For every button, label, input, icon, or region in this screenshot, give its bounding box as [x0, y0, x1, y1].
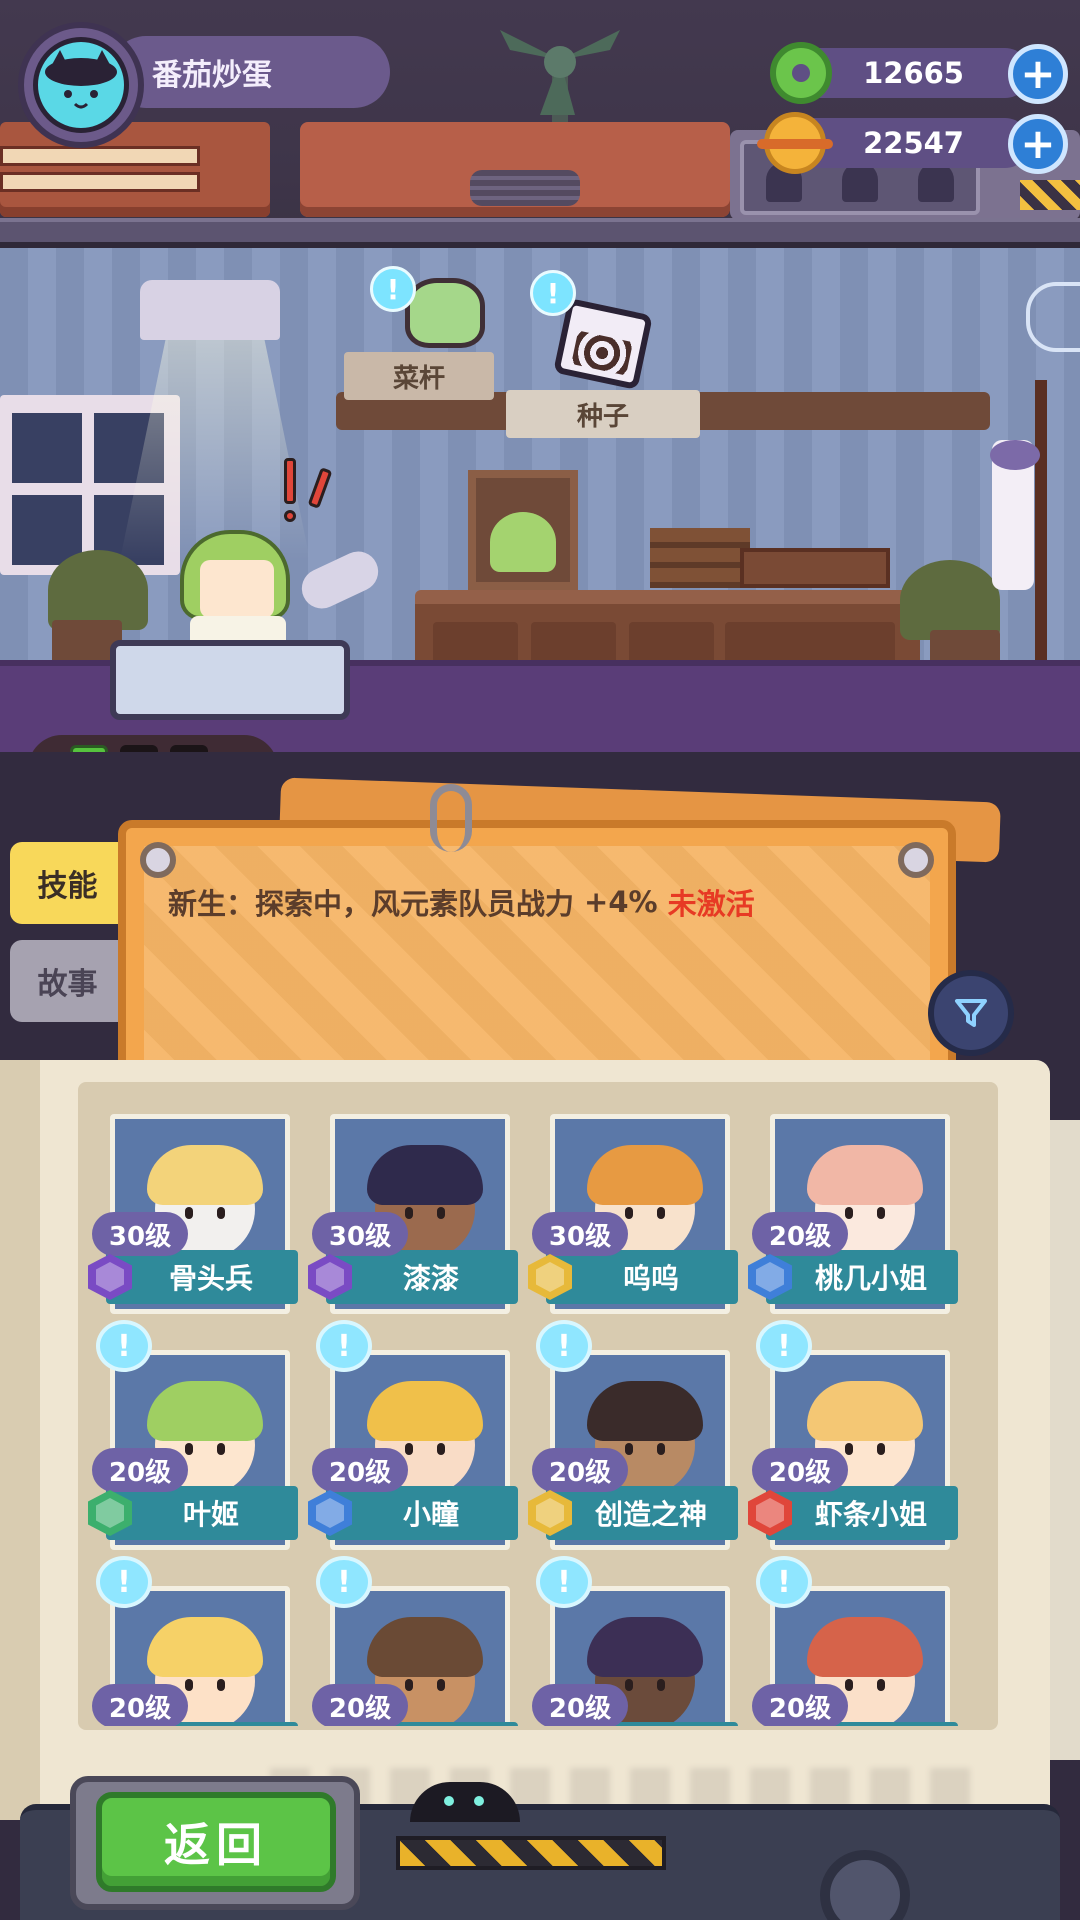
cat-face-icon: [33, 37, 129, 133]
tab-skill[interactable]: 技能: [10, 842, 125, 924]
player-name: 番茄炒蛋: [152, 58, 272, 93]
character-card[interactable]: 漆漆 30级: [308, 1114, 520, 1338]
character-level-badge: 20级: [312, 1684, 408, 1726]
skill-bonus: +4%: [584, 885, 658, 919]
cabbage-icon[interactable]: [405, 278, 485, 348]
skill-board: [118, 820, 956, 1080]
character-card[interactable]: 骨头兵 30级: [88, 1114, 300, 1338]
character-level-badge: 20级: [312, 1448, 408, 1492]
character-level-badge: 30级: [532, 1212, 628, 1256]
character-name: 漆漆: [326, 1250, 518, 1304]
book-spine: [0, 1060, 40, 1820]
ceiling-lamp-icon: [140, 280, 280, 340]
character-name: 叶姬: [106, 1486, 298, 1540]
pin-icon: [898, 842, 934, 878]
filter-button[interactable]: [928, 970, 1014, 1056]
planet-coin-icon: [757, 112, 833, 174]
character-level-badge: 20级: [92, 1684, 188, 1726]
character-card[interactable]: 猎人20级!: [748, 1556, 960, 1726]
hint-bubble-icon[interactable]: !: [316, 1320, 372, 1372]
potted-plant-left: [48, 550, 148, 630]
potted-plant-right: [900, 560, 1000, 640]
hint-bubble-icon[interactable]: !: [316, 1556, 372, 1608]
player-name-pill[interactable]: 番茄炒蛋: [110, 36, 390, 108]
hint-bubble-icon[interactable]: !: [96, 1320, 152, 1372]
character-card[interactable]: 桃几小姐 20级: [748, 1114, 960, 1338]
ghost-icon: [842, 162, 878, 202]
character-level-badge: 20级: [752, 1448, 848, 1492]
character-level-badge: 30级: [312, 1212, 408, 1256]
stacked-books: [650, 528, 750, 588]
character-card[interactable]: 铁匠20级!: [308, 1556, 520, 1726]
hazard-strip: [396, 1836, 666, 1870]
filter-icon: [955, 999, 987, 1027]
hint-bubble-icon[interactable]: !: [756, 1320, 812, 1372]
shelf-item-seed-label[interactable]: 种子: [506, 390, 700, 438]
character-name: 骨头兵: [106, 1250, 298, 1304]
coin-amount: 22547: [863, 126, 964, 160]
character-card[interactable]: 虾条小姐 20级!: [748, 1320, 960, 1574]
pin-icon: [140, 842, 176, 878]
character-level-badge: 20级: [752, 1212, 848, 1256]
ghost-icon: [918, 162, 954, 202]
hint-bubble-icon[interactable]: !: [536, 1556, 592, 1608]
wall-machine-left: [0, 122, 270, 217]
hanging-hat: [990, 440, 1040, 470]
scanner-machine: [110, 640, 350, 720]
exclamation-icon: [278, 458, 338, 528]
ceiling-fan-icon: [500, 30, 620, 130]
wall-machine-middle: [300, 122, 730, 217]
player-avatar[interactable]: [18, 22, 144, 148]
paper-clip-icon: [430, 784, 472, 852]
hint-bubble-icon[interactable]: !: [530, 270, 576, 316]
character-name: 小瞳: [326, 1486, 518, 1540]
character-level-badge: 20级: [532, 1448, 628, 1492]
character-level-badge: 20级: [92, 1448, 188, 1492]
tab-story[interactable]: 故事: [10, 940, 125, 1022]
character-card[interactable]: 叶姬 20级!: [88, 1320, 300, 1574]
character-level-badge: 20级: [532, 1684, 628, 1726]
add-gems-button[interactable]: +: [1008, 44, 1068, 104]
photo-frame: [468, 470, 578, 590]
skill-description: 新生：探索中，风元素队员战力 +4% 未激活: [168, 880, 755, 924]
character-level-badge: 30级: [92, 1212, 188, 1256]
character-name: 创造之神: [546, 1486, 738, 1540]
character-card[interactable]: 创造之神 20级!: [528, 1320, 740, 1574]
ceiling-rail: [0, 218, 1080, 248]
character-card[interactable]: 呜呜 30级: [528, 1114, 740, 1338]
character-name: 虾条小姐: [766, 1486, 958, 1540]
blurred-text: [270, 1768, 990, 1808]
character-grid: 骨头兵 30级 漆漆 30级 呜呜 30级 桃几小姐 20级 叶姬 20级! 小瞳 20级! 创造之神 2…: [88, 1086, 988, 1726]
skill-status: 未激活: [667, 887, 755, 921]
character-card[interactable]: 险中者20级!: [88, 1556, 300, 1726]
briefcase: [740, 548, 890, 588]
skill-text: 新生：探索中，风元素队员战力: [168, 887, 575, 921]
donut-gem-icon: [770, 42, 832, 104]
hint-bubble-icon[interactable]: !: [756, 1556, 812, 1608]
hint-bubble-icon[interactable]: !: [370, 266, 416, 312]
character-card[interactable]: 指路npc20级!: [528, 1556, 740, 1726]
back-button[interactable]: 返回: [96, 1792, 336, 1892]
hint-bubble-icon[interactable]: !: [536, 1320, 592, 1372]
shelf-item-veg-label[interactable]: 菜杆: [344, 352, 494, 400]
hint-bubble-icon[interactable]: !: [96, 1556, 152, 1608]
character-name: 呜呜: [546, 1250, 738, 1304]
add-coins-button[interactable]: +: [1008, 114, 1068, 174]
character-card[interactable]: 小瞳 20级!: [308, 1320, 520, 1574]
hazard-stripe: [1020, 180, 1080, 210]
share-icon[interactable]: [1026, 282, 1080, 352]
character-name: 桃几小姐: [766, 1250, 958, 1304]
gem-amount: 12665: [863, 56, 964, 90]
character-level-badge: 20级: [752, 1684, 848, 1726]
